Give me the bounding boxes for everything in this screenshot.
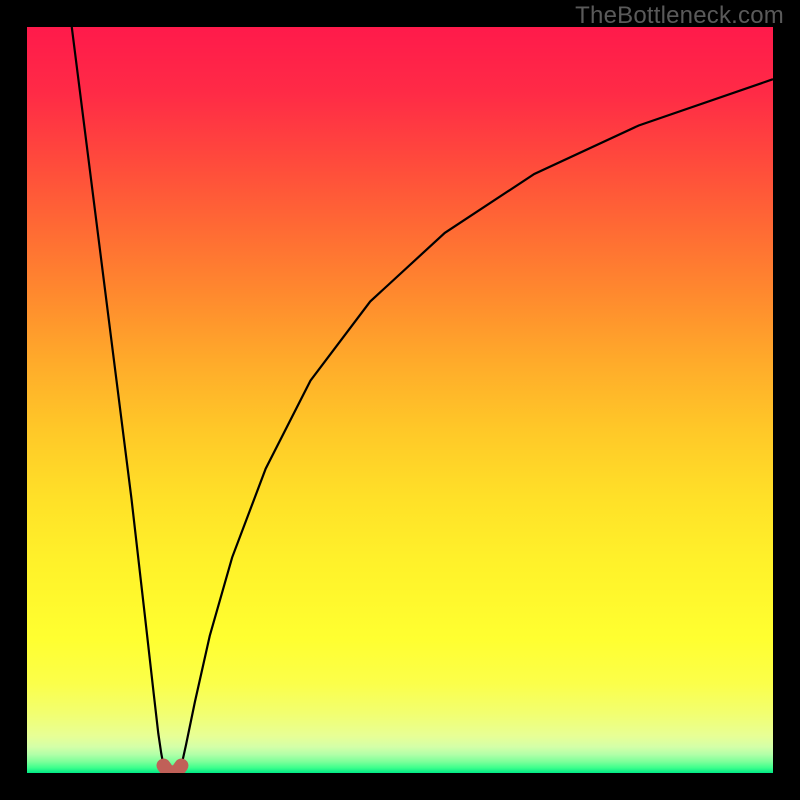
bottleneck-plot: [27, 27, 773, 773]
watermark-text: TheBottleneck.com: [575, 2, 784, 30]
gradient-background: [27, 27, 773, 773]
trough-marker: [164, 766, 182, 773]
chart-frame: TheBottleneck.com: [0, 0, 800, 800]
